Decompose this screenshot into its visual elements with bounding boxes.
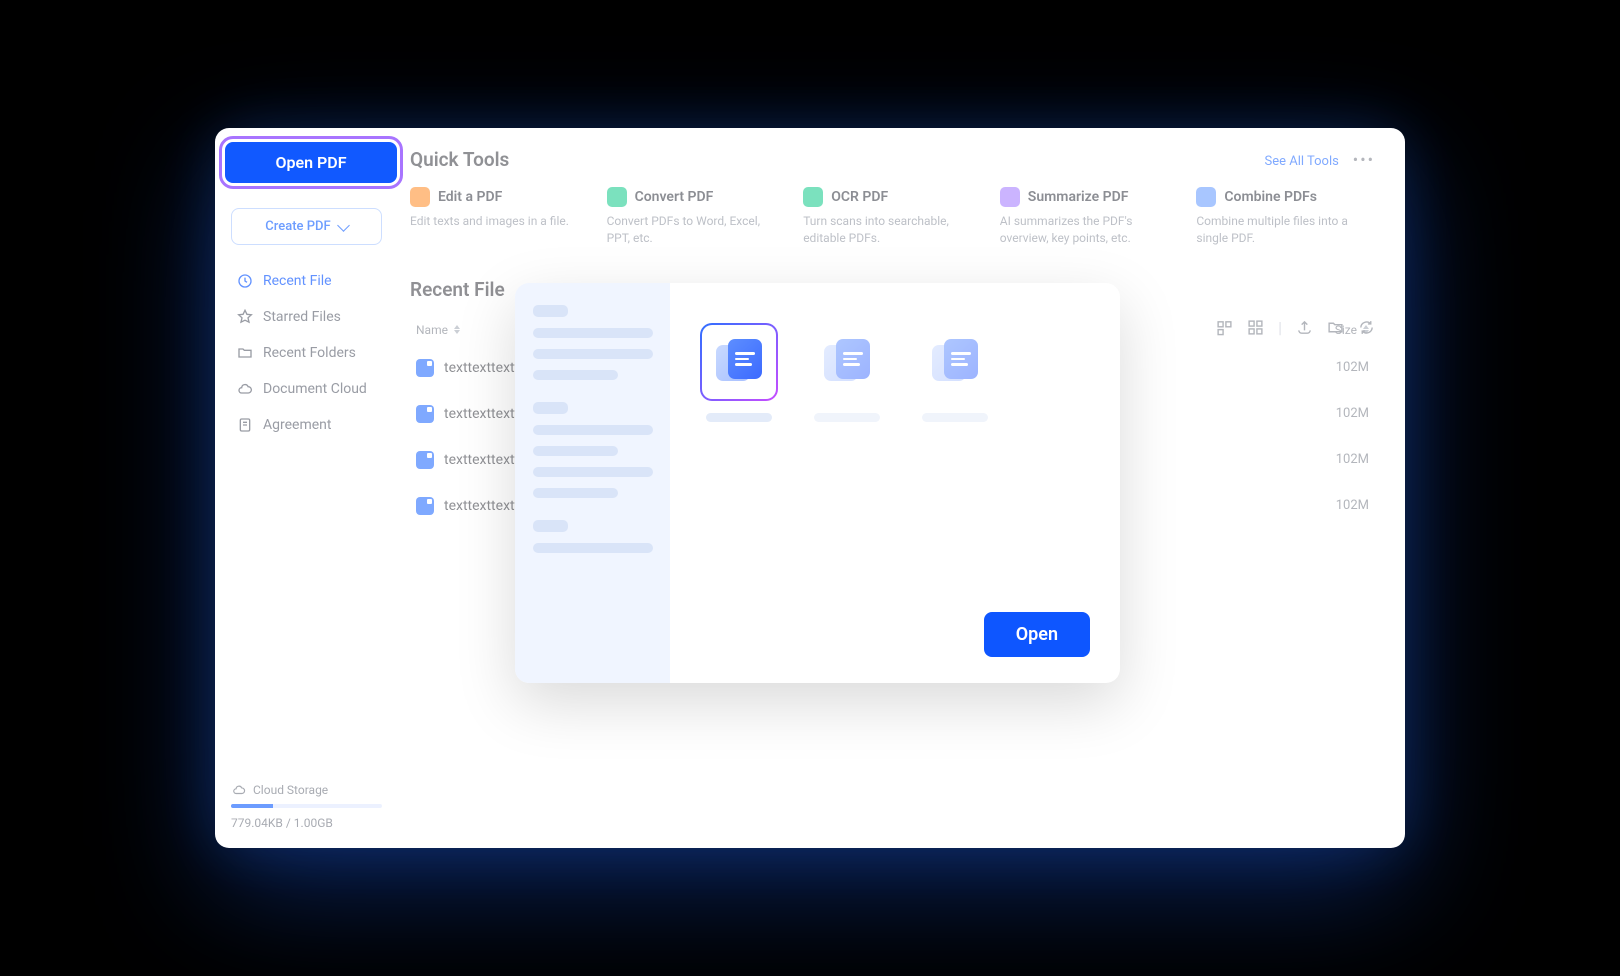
combine-icon (1196, 187, 1216, 207)
tool-title: Summarize PDF (1028, 189, 1129, 205)
sort-icon (454, 325, 460, 334)
file-size: 102M (1299, 452, 1369, 467)
cloud-icon (231, 782, 247, 798)
sidebar-item-agreement[interactable]: Agreement (231, 407, 382, 443)
list-view-icon[interactable] (1216, 319, 1233, 336)
thumb-caption (706, 413, 772, 422)
tool-desc: AI summarizes the PDF's overview, key po… (1000, 213, 1179, 248)
document-icon (716, 339, 762, 385)
pdf-file-icon (416, 497, 434, 515)
sidebar: Create PDF Recent File Starred Files Rec… (215, 128, 400, 848)
tool-desc: Edit texts and images in a file. (410, 213, 589, 230)
convert-icon (607, 187, 627, 207)
cloud-icon (237, 381, 253, 397)
sidebar-item-label: Recent Folders (263, 345, 356, 361)
sidebar-item-document-cloud[interactable]: Document Cloud (231, 371, 382, 407)
file-size: 102M (1299, 498, 1369, 513)
tool-desc: Convert PDFs to Word, Excel, PPT, etc. (607, 213, 786, 248)
tool-desc: Combine multiple files into a single PDF… (1196, 213, 1375, 248)
clock-icon (237, 273, 253, 289)
tool-title: Convert PDF (635, 189, 714, 205)
document-icon (824, 339, 870, 385)
file-thumbnail[interactable] (808, 323, 886, 422)
tool-title: OCR PDF (831, 189, 888, 205)
summarize-icon (1000, 187, 1020, 207)
pdf-file-icon (416, 359, 434, 377)
dialog-open-button[interactable]: Open (984, 612, 1090, 657)
edit-icon (410, 187, 430, 207)
document-icon (932, 339, 978, 385)
quick-tools-title: Quick Tools (410, 148, 509, 171)
sidebar-item-label: Starred Files (263, 309, 341, 325)
tool-ocr-pdf[interactable]: OCR PDF Turn scans into searchable, edit… (803, 187, 982, 248)
dialog-sidebar (515, 283, 670, 683)
sidebar-item-label: Recent File (263, 273, 332, 289)
document-icon (237, 417, 253, 433)
file-thumbnail-selected[interactable] (700, 323, 778, 422)
ocr-icon (803, 187, 823, 207)
more-icon[interactable]: ••• (1353, 150, 1375, 169)
thumb-caption (814, 413, 880, 422)
folder-icon (237, 345, 253, 361)
see-all-tools-link[interactable]: See All Tools (1264, 154, 1338, 169)
cloud-storage: Cloud Storage 779.04KB / 1.00GB (231, 782, 382, 830)
tool-summarize-pdf[interactable]: Summarize PDF AI summarizes the PDF's ov… (1000, 187, 1179, 248)
refresh-icon[interactable] (1358, 319, 1375, 336)
create-pdf-button[interactable]: Create PDF (231, 208, 382, 245)
create-pdf-label: Create PDF (265, 219, 330, 234)
tool-desc: Turn scans into searchable, editable PDF… (803, 213, 982, 248)
tool-title: Edit a PDF (438, 189, 502, 205)
quick-tools-row: Edit a PDF Edit texts and images in a fi… (410, 187, 1375, 248)
open-pdf-button[interactable]: Open PDF (225, 142, 397, 183)
dialog-main: Open (670, 283, 1120, 683)
storage-usage: 779.04KB / 1.00GB (231, 816, 382, 830)
file-size: 102M (1299, 406, 1369, 421)
pdf-file-icon (416, 451, 434, 469)
sidebar-item-label: Document Cloud (263, 381, 367, 397)
upload-icon[interactable] (1296, 319, 1313, 336)
pdf-file-icon (416, 405, 434, 423)
file-thumbnail[interactable] (916, 323, 994, 422)
tool-title: Combine PDFs (1224, 189, 1317, 205)
star-icon (237, 309, 253, 325)
sidebar-item-recent-folders[interactable]: Recent Folders (231, 335, 382, 371)
storage-title: Cloud Storage (253, 783, 328, 797)
tool-combine-pdfs[interactable]: Combine PDFs Combine multiple files into… (1196, 187, 1375, 248)
folder-open-icon[interactable] (1327, 319, 1344, 336)
chevron-down-icon (337, 219, 350, 232)
sidebar-item-recent-file[interactable]: Recent File (231, 263, 382, 299)
tool-edit-pdf[interactable]: Edit a PDF Edit texts and images in a fi… (410, 187, 589, 248)
open-file-dialog: Open (515, 283, 1120, 683)
sidebar-item-starred[interactable]: Starred Files (231, 299, 382, 335)
app-window: Open PDF Create PDF Recent File Starred … (215, 128, 1405, 848)
storage-progress (231, 804, 382, 808)
tool-convert-pdf[interactable]: Convert PDF Convert PDFs to Word, Excel,… (607, 187, 786, 248)
recent-toolbar: | (1216, 318, 1375, 337)
thumb-caption (922, 413, 988, 422)
grid-view-icon[interactable] (1247, 319, 1264, 336)
file-size: 102M (1299, 360, 1369, 375)
sidebar-item-label: Agreement (263, 417, 331, 433)
